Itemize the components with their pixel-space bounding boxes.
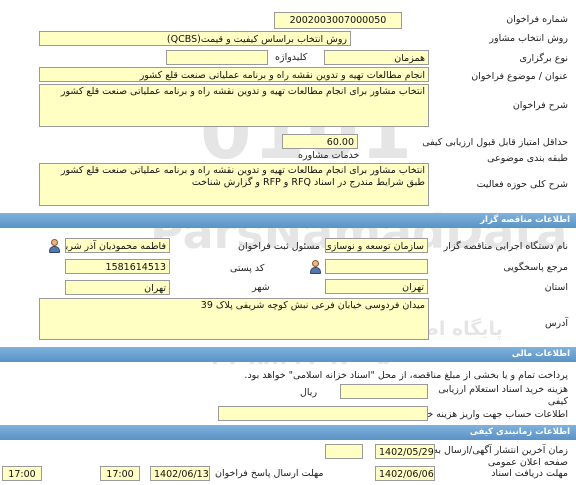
- address-field: میدان فردوسی خیابان فرعی نبش کوچه شریفی …: [39, 298, 429, 340]
- number-field: 2002003007000050: [274, 12, 402, 29]
- category-value: خدمات مشاوره: [298, 150, 360, 161]
- org-label: نام دستگاه اجرایی مناقصه گزار: [443, 241, 568, 252]
- keyword-label: کلیدواژه: [275, 52, 308, 63]
- doc-fee-label: هزینه خرید اسناد استعلام ارزیابی کیفی: [438, 384, 568, 407]
- doc-fee-field: [340, 384, 428, 399]
- receive-label: مهلت دریافت اسناد: [491, 468, 568, 479]
- type-label: نوع برگزاری: [519, 53, 568, 64]
- financial-section-header: اطلاعات مالی: [0, 347, 576, 362]
- doc-fee-currency: ریال: [300, 387, 318, 398]
- account-field: [218, 406, 428, 421]
- deadline-date-field: 1402/06/13: [150, 466, 210, 481]
- number-label: شماره فراخوان: [506, 14, 568, 25]
- schedule-section-header: اطلاعات زمانبندی کیفی: [0, 425, 576, 440]
- description-label: شرح فراخوان: [512, 100, 568, 111]
- description-field: انتخاب مشاور برای انجام مطالعات تهیه و ت…: [39, 84, 429, 127]
- province-label: استان: [544, 282, 568, 293]
- organizer-section-header: اطلاعات مناقصه گزار: [0, 213, 576, 228]
- address-label: آدرس: [544, 318, 568, 329]
- receive-date-field: 1402/06/06: [375, 466, 435, 481]
- org-field: سازمان توسعه و نوسازی م: [325, 238, 428, 253]
- postal-label: کد پستی: [230, 263, 265, 274]
- postal-field: 1581614513: [65, 259, 170, 274]
- reference-field: [325, 259, 428, 274]
- treasury-note: پرداخت تمام و یا بخشی از مبلغ مناقصه، از…: [244, 370, 568, 381]
- city-field: تهران: [65, 280, 170, 295]
- type-field: همزمان: [324, 50, 429, 65]
- registrar-user-icon[interactable]: [48, 239, 61, 253]
- deadline-time-field: 17:00: [100, 466, 140, 481]
- province-field: تهران: [325, 279, 428, 294]
- scope-label: شرح کلی حوزه فعالیت: [476, 179, 568, 190]
- reference-user-icon[interactable]: [309, 260, 322, 274]
- method-label: روش انتخاب مشاور: [489, 33, 568, 44]
- reference-label: مرجع پاسخگویی: [503, 262, 568, 273]
- title-field: انجام مطالعات تهیه و تدوین نقشه راه و بر…: [39, 67, 429, 82]
- receive-time-field: 17:00: [2, 466, 42, 481]
- title-label: عنوان / موضوع فراخوان: [471, 71, 568, 82]
- last-publish-date-field: 1402/05/29: [375, 444, 435, 459]
- last-publish-time-field: [325, 444, 363, 459]
- deadline-label: مهلت ارسال پاسخ فراخوان: [215, 468, 324, 479]
- last-publish-label: زمان آخرین انتشار آگهی/ارسال به صفحه اعل…: [433, 445, 568, 468]
- registrar-label: مسئول ثبت فراخوان: [238, 241, 320, 252]
- keyword-field: [166, 50, 268, 65]
- registrar-field: فاطمه محمودیان آذر شربیانی: [65, 238, 170, 253]
- category-label: طبقه بندی موضوعی: [487, 153, 568, 164]
- min-score-label: حداقل امتیاز قابل قبول ارزیابی کیفی: [422, 137, 568, 148]
- min-score-field: 60.00: [282, 134, 358, 149]
- city-label: شهر: [252, 282, 270, 293]
- scope-field: انتخاب مشاور برای انجام مطالعات تهیه و ت…: [39, 163, 429, 206]
- method-field: روش انتخاب براساس کیفیت و قیمت(QCBS): [39, 31, 351, 46]
- account-label: اطلاعات حساب جهت واریز هزینه خرید: [414, 409, 568, 420]
